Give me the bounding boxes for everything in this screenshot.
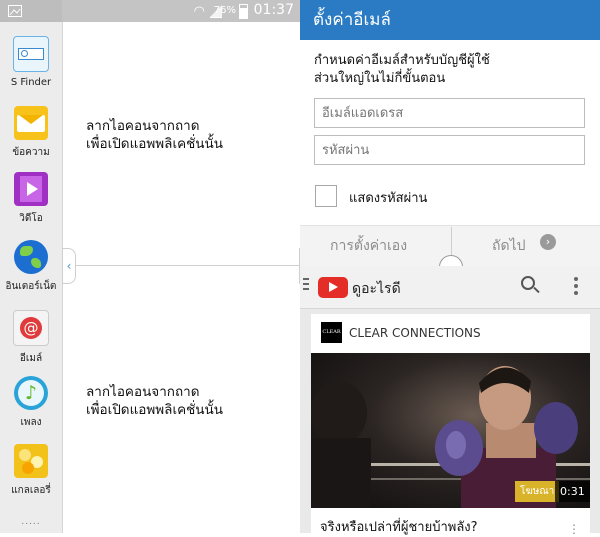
tray-collapse-handle[interactable]: ‹: [62, 248, 76, 284]
split-divider[interactable]: [62, 265, 300, 266]
tray-app-gallery[interactable]: แกลเลอรี่: [0, 444, 62, 498]
message-icon: [14, 106, 48, 140]
tray-app-label: อินเตอร์เน็ต: [5, 281, 57, 292]
app-tray: S Finder ข้อความ วิดีโอ อินเตอร์เน็ต @ อ…: [0, 0, 63, 533]
gallery-notification-icon: [8, 5, 22, 17]
hint-line: ลากไอคอนจากถาด: [86, 384, 200, 400]
tray-app-email[interactable]: @ อีเมล์: [0, 310, 62, 366]
instruction-line: กำหนดค่าอีเมล์สำหรับบัญชีผู้ใช้: [314, 53, 490, 68]
email-address-input[interactable]: [314, 98, 585, 128]
video-title[interactable]: จริงหรือเปล่าที่ผู้ชายบ้าพลัง?: [320, 516, 478, 537]
password-input[interactable]: [314, 135, 585, 165]
tray-app-label: S Finder: [10, 77, 52, 88]
tray-app-s-finder[interactable]: S Finder: [0, 36, 62, 88]
hint-line: ลากไอคอนจากถาด: [86, 118, 200, 134]
s-finder-icon: [13, 36, 49, 72]
channel-logo: CLEAR: [321, 322, 342, 343]
chevron-left-icon: ‹: [66, 259, 72, 273]
tray-status-strip: [0, 0, 62, 22]
menu-icon[interactable]: [303, 278, 309, 292]
tray-app-label: วิดีโอ: [19, 213, 43, 224]
tray-app-label: ข้อความ: [12, 147, 50, 158]
email-setup-window: ตั้งค่าอีเมล์ กำหนดค่าอีเมล์สำหรับบัญชีผ…: [300, 0, 600, 225]
email-header: ตั้งค่าอีเมล์: [300, 0, 600, 40]
hint-line: เพื่อเปิดแอพพลิเคชั่นนั้น: [86, 402, 223, 418]
tray-app-label: เพลง: [20, 417, 42, 428]
duration-badge: 0:31: [555, 481, 590, 502]
tray-app-video[interactable]: วิดีโอ: [0, 172, 62, 226]
music-icon: ♪: [14, 376, 48, 410]
next-button[interactable]: ถัดไป: [492, 235, 526, 257]
tray-app-music[interactable]: ♪ เพลง: [0, 376, 62, 430]
tray-app-internet[interactable]: อินเตอร์เน็ต: [0, 240, 62, 294]
tray-app-label: อีเมล์: [19, 353, 43, 364]
channel-name[interactable]: CLEAR CONNECTIONS: [349, 326, 481, 340]
show-password-label: แสดงรหัสผ่าน: [349, 191, 428, 206]
more-vert-icon[interactable]: ⋮: [568, 522, 580, 536]
gallery-icon: [14, 444, 48, 478]
tray-app-messages[interactable]: ข้อความ: [0, 106, 62, 160]
split-bottom-drop-hint: ลากไอคอนจากถาด เพื่อเปิดแอพพลิเคชั่นนั้น: [86, 383, 223, 419]
wifi-icon: ◠: [193, 4, 205, 19]
internet-icon: [14, 240, 48, 274]
tray-app-label: แกลเลอรี่: [11, 485, 51, 496]
more-vert-icon[interactable]: [574, 277, 578, 298]
status-bar: ◠ 76% 01:37: [62, 0, 300, 22]
email-instructions: กำหนดค่าอีเมล์สำหรับบัญชีผู้ใช้ ส่วนใหญ่…: [314, 52, 594, 88]
split-top-drop-hint: ลากไอคอนจากถาด เพื่อเปิดแอพพลิเคชั่นนั้น: [86, 117, 223, 153]
ad-badge: โฆษณา: [515, 481, 560, 502]
video-icon: [14, 172, 48, 206]
play-icon: [329, 282, 338, 292]
email-icon: @: [13, 310, 49, 346]
battery-percent: 76%: [213, 5, 236, 16]
instruction-line: ส่วนใหญ่ในไม่กี่ขั้นตอน: [314, 71, 446, 86]
clock: 01:37: [253, 2, 294, 18]
youtube-title: ดูอะไรดี: [352, 281, 401, 297]
chevron-right-circle-icon[interactable]: ›: [540, 234, 556, 250]
manual-setup-button[interactable]: การตั้งค่าเอง: [330, 235, 407, 257]
show-password-checkbox[interactable]: [315, 185, 337, 207]
hint-line: เพื่อเปิดแอพพลิเคชั่นนั้น: [86, 136, 223, 152]
tray-page-dots: .....: [21, 517, 41, 527]
battery-icon: [239, 4, 248, 19]
